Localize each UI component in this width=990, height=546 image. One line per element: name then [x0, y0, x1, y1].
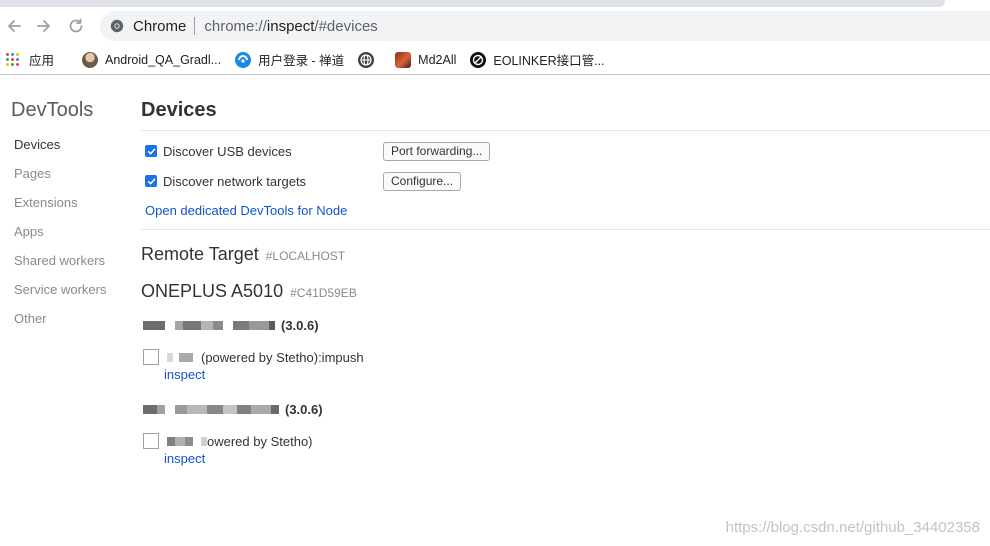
- remote-target-title: Remote Target: [141, 244, 259, 264]
- browser-version: (3.0.6): [285, 402, 323, 417]
- device-serial: #C41D59EB: [290, 286, 357, 300]
- target-thumbnail: [143, 349, 159, 365]
- browser-toolbar: Chrome chrome://inspect/#devices: [0, 7, 990, 45]
- url-host: inspect: [266, 17, 315, 35]
- checkmark-icon: [147, 178, 155, 184]
- bookmark-label: 应用: [29, 54, 55, 68]
- avatar-icon: [82, 51, 99, 68]
- browser-version: (3.0.6): [281, 318, 319, 333]
- page-title: Devices: [141, 99, 217, 121]
- redacted-app-name: [143, 319, 275, 333]
- sidebar-item-shared-workers[interactable]: Shared workers: [14, 253, 106, 282]
- globe-icon: [358, 51, 375, 68]
- device-name: ONEPLUS A5010: [141, 281, 284, 301]
- reload-button[interactable]: [65, 15, 87, 37]
- back-arrow-icon: [8, 20, 21, 32]
- eolinker-icon: [470, 51, 487, 68]
- md2all-icon: [395, 51, 412, 68]
- bookmark-label: EOLINKER接口管...: [493, 54, 605, 68]
- apps-grid-icon: [6, 52, 20, 67]
- target-title-text: owered by Stetho): [207, 433, 313, 449]
- reload-icon: [69, 18, 83, 33]
- inspect-link[interactable]: inspect: [164, 367, 205, 382]
- discover-usb-checkbox[interactable]: [145, 145, 157, 157]
- sidebar-item-apps[interactable]: Apps: [14, 224, 106, 253]
- bookmark-android-qa[interactable]: Android_QA_Gradl...: [82, 48, 221, 72]
- target-row: owered by Stetho): [143, 432, 313, 450]
- target-row: (powered by Stetho):impush: [143, 348, 364, 366]
- sidebar-nav: Devices Pages Extensions Apps Shared wor…: [14, 137, 106, 340]
- configure-button[interactable]: Configure...: [383, 172, 462, 191]
- sidebar-item-service-workers[interactable]: Service workers: [14, 282, 106, 311]
- discover-usb-option[interactable]: Discover USB devices: [145, 141, 292, 161]
- sidebar-item-extensions[interactable]: Extensions: [14, 195, 106, 224]
- url-scheme: chrome://: [204, 17, 267, 35]
- omnibox-separator: [194, 17, 196, 35]
- back-button[interactable]: [3, 15, 25, 37]
- open-node-devtools-link[interactable]: Open dedicated DevTools for Node: [145, 203, 347, 218]
- target-title-text: (powered by Stetho):impush: [201, 349, 364, 365]
- divider: [141, 229, 990, 230]
- divider: [141, 130, 990, 131]
- sidebar-item-devices[interactable]: Devices: [14, 137, 106, 166]
- discover-network-label: Discover network targets: [163, 173, 307, 189]
- address-bar[interactable]: Chrome chrome://inspect/#devices: [100, 11, 990, 41]
- sidebar-item-pages[interactable]: Pages: [14, 166, 106, 195]
- target-thumbnail: [143, 433, 159, 449]
- forward-button[interactable]: [33, 15, 55, 37]
- target-title: (powered by Stetho):impush: [167, 350, 364, 365]
- url-text: chrome://inspect/#devices: [204, 18, 377, 35]
- target-title: owered by Stetho): [167, 434, 313, 449]
- bookmark-globe[interactable]: [358, 48, 381, 72]
- remote-target-subtitle: #LOCALHOST: [265, 249, 346, 263]
- redacted-app-name: [143, 403, 279, 417]
- discover-network-option[interactable]: Discover network targets: [145, 171, 306, 191]
- bookmark-zentao[interactable]: 用户登录 - 禅道: [235, 48, 344, 72]
- bookmarks-bar: 应用 Android_QA_Gradl... 用户登录 - 禅道 Md2All …: [0, 45, 990, 75]
- sidebar-title: DevTools: [11, 99, 94, 121]
- device-browser-header: (3.0.6): [143, 402, 323, 417]
- bookmark-label: Md2All: [418, 52, 457, 67]
- sidebar-item-other[interactable]: Other: [14, 311, 106, 340]
- devices-panel: Devices Discover USB devices Port forwar…: [141, 76, 990, 546]
- port-forwarding-button[interactable]: Port forwarding...: [383, 142, 491, 161]
- chrome-icon: [110, 19, 124, 33]
- forward-arrow-icon: [37, 20, 50, 32]
- redacted-target-name: [167, 350, 193, 364]
- bookmark-label: 用户登录 - 禅道: [258, 54, 345, 68]
- watermark: https://blog.csdn.net/github_34402358: [725, 519, 980, 536]
- omnibox-chip-label: Chrome: [133, 17, 187, 35]
- url-path: /#devices: [314, 17, 378, 35]
- redacted-target-name: [167, 434, 207, 448]
- bookmark-eolinker[interactable]: EOLINKER接口管...: [470, 48, 605, 72]
- remote-target-heading: Remote Target #LOCALHOST: [141, 244, 345, 265]
- discover-usb-label: Discover USB devices: [163, 143, 292, 159]
- bookmark-label: Android_QA_Gradl...: [105, 52, 222, 67]
- device-browser-header: (3.0.6): [143, 318, 319, 333]
- device-heading: ONEPLUS A5010 #C41D59EB: [141, 281, 357, 302]
- discover-network-checkbox[interactable]: [145, 175, 157, 187]
- zentao-icon: [235, 51, 252, 68]
- tab-strip: [0, 0, 945, 7]
- checkmark-icon: [147, 148, 155, 154]
- inspect-link[interactable]: inspect: [164, 451, 205, 466]
- bookmark-md2all[interactable]: Md2All: [395, 48, 456, 72]
- bookmark-apps[interactable]: 应用: [0, 48, 54, 72]
